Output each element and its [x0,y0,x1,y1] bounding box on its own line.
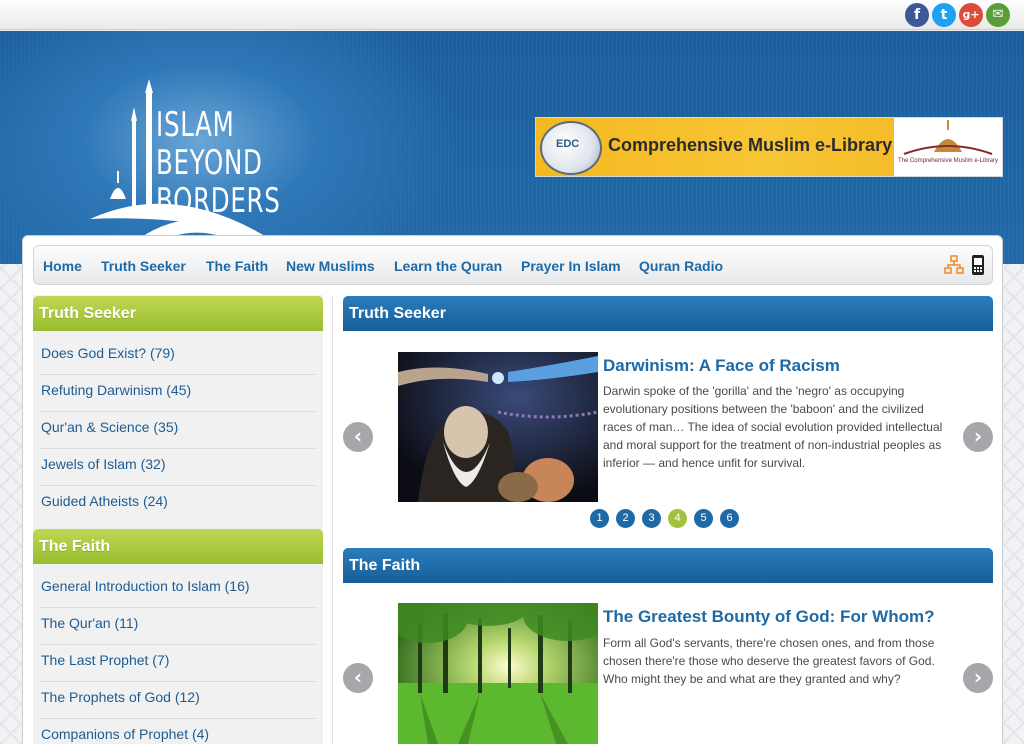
page-dot[interactable]: 5 [694,509,713,528]
page-dot-active[interactable]: 4 [668,509,687,528]
section-heading-truth-seeker[interactable]: Truth Seeker [343,296,993,331]
article-title[interactable]: Darwinism: A Face of Racism [603,356,840,376]
banner-badge: EDC [556,138,580,150]
article-thumbnail[interactable] [398,352,598,502]
next-arrow-icon[interactable]: › [963,422,993,452]
section-heading-the-faith[interactable]: The Faith [343,548,993,583]
page-dot[interactable]: 2 [616,509,635,528]
sidebar-link[interactable]: General Introduction to Islam (16) [41,578,316,608]
nav-truth-seeker[interactable]: Truth Seeker [101,258,186,274]
article-thumbnail[interactable] [398,603,598,744]
email-icon[interactable]: ✉ [986,3,1010,27]
sidebar-link[interactable]: The Qur'an (11) [41,615,316,645]
sidebar-link[interactable]: Jewels of Islam (32) [41,456,316,486]
sidebar-link[interactable]: The Last Prophet (7) [41,652,316,682]
logo-word-2: BEYOND [156,143,263,183]
nav-new-muslims[interactable]: New Muslims [286,258,375,274]
sidebar-link[interactable]: Refuting Darwinism (45) [41,382,316,412]
nav-the-faith[interactable]: The Faith [206,258,268,274]
banner-text: Comprehensive Muslim e-Library [608,135,893,155]
sidebar-link[interactable]: Qur'an & Science (35) [41,419,316,449]
sidebar-heading-the-faith[interactable]: The Faith [33,529,323,564]
article-excerpt: Form all God's servants, there're chosen… [603,636,935,686]
sidebar-link[interactable]: The Prophets of God (12) [41,689,316,719]
banner-right-logo: The Comprehensive Muslim e-Library [894,118,1002,176]
logo-word-3: BORDERS [156,181,281,221]
sitemap-icon[interactable] [944,255,964,280]
background-pattern-left [0,264,22,744]
nav-quran-radio[interactable]: Quran Radio [639,258,723,274]
page-dot[interactable]: 6 [720,509,739,528]
sidebar-link[interactable]: Companions of Prophet (4) [41,726,316,744]
nav-learn-the-quran[interactable]: Learn the Quran [394,258,502,274]
dome-icon [903,120,993,155]
top-bar: f t g+ ✉ [0,0,1024,30]
sidebar-heading-truth-seeker[interactable]: Truth Seeker [33,296,323,331]
twitter-icon[interactable]: t [932,3,956,27]
next-arrow-icon[interactable]: › [963,663,993,693]
column-divider [332,295,333,744]
sidebar-link[interactable]: Does God Exist? (79) [41,345,316,375]
page-dot[interactable]: 1 [590,509,609,528]
prev-arrow-icon[interactable]: ‹ [343,422,373,452]
sidebar-link[interactable]: Guided Atheists (24) [41,493,316,523]
logo-word-1: ISLAM [156,105,235,145]
nav-home[interactable]: Home [43,258,82,274]
e-library-banner[interactable]: EDC Comprehensive Muslim e-Library The C… [535,117,1003,177]
main-nav: Home Truth Seeker The Faith New Muslims … [33,245,993,285]
google-plus-icon[interactable]: g+ [959,3,983,27]
article-excerpt: Darwin spoke of the 'gorilla' and the 'n… [603,384,943,470]
banner-caption: The Comprehensive Muslim e-Library [897,158,998,164]
site-logo[interactable]: ISLAM BEYOND BORDERS [88,79,288,259]
background-pattern-right [1004,264,1024,744]
prev-arrow-icon[interactable]: ‹ [343,663,373,693]
mobile-phone-icon[interactable] [971,254,985,281]
site-header: ISLAM BEYOND BORDERS EDC Comprehensive M… [0,31,1024,264]
nav-prayer-in-islam[interactable]: Prayer In Islam [521,258,621,274]
page-dot[interactable]: 3 [642,509,661,528]
facebook-icon[interactable]: f [905,3,929,27]
article-title[interactable]: The Greatest Bounty of God: For Whom? [603,607,934,627]
